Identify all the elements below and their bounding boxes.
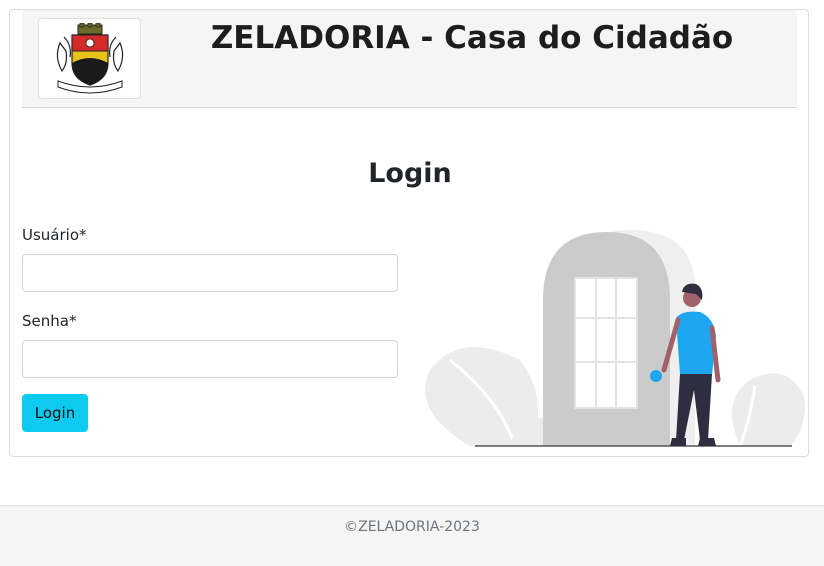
page-footer: ©ZELADORIA-2023 — [0, 505, 824, 566]
door-illustration — [425, 230, 806, 447]
page-title: ZELADORIA - Casa do Cidadão — [210, 20, 734, 56]
copyright-text: ©ZELADORIA-2023 — [344, 519, 480, 535]
login-button[interactable]: Login — [22, 394, 88, 432]
page-header: ZELADORIA - Casa do Cidadão — [22, 10, 797, 108]
coat-of-arms-icon — [56, 22, 123, 93]
username-label: Usuário* — [22, 226, 87, 244]
password-label: Senha* — [22, 312, 77, 330]
login-heading: Login — [368, 158, 452, 189]
username-input[interactable] — [22, 254, 398, 292]
password-input[interactable] — [22, 340, 398, 378]
login-card: ZELADORIA - Casa do Cidadão Login Usuári… — [9, 9, 809, 457]
logo — [38, 18, 141, 99]
